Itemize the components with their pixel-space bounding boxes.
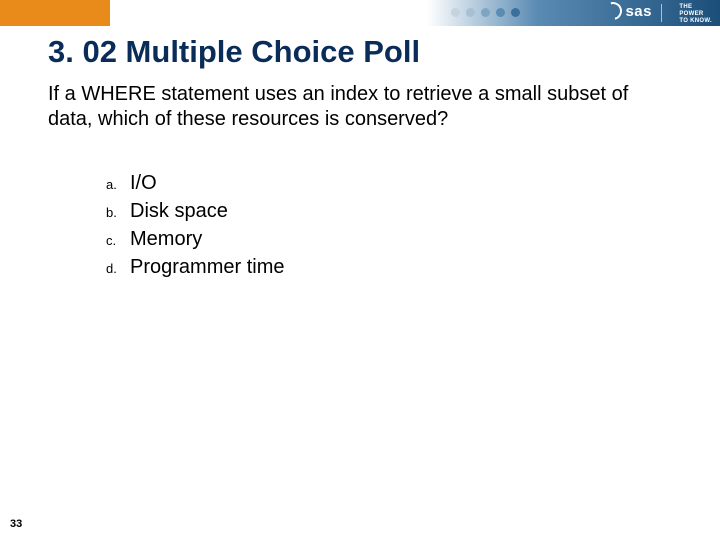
option-text: I/O <box>130 172 157 195</box>
page-number: 33 <box>10 518 22 530</box>
option-d: d. Programmer time <box>106 256 284 279</box>
option-c: c. Memory <box>106 228 284 251</box>
tagline-line1: THE <box>679 4 712 11</box>
poll-question: If a WHERE statement uses an index to re… <box>48 82 672 132</box>
option-label: b. <box>106 205 130 220</box>
decoration-dots <box>451 8 520 17</box>
header-gradient: sas THE POWER TO KNOW. <box>110 0 720 26</box>
options-list: a. I/O b. Disk space c. Memory d. Progra… <box>66 172 284 284</box>
option-a: a. I/O <box>106 172 284 195</box>
header-bar: sas THE POWER TO KNOW. <box>0 0 720 26</box>
option-label: a. <box>106 177 130 192</box>
tagline: THE POWER TO KNOW. <box>679 4 712 25</box>
option-text: Memory <box>130 228 202 251</box>
option-label: d. <box>106 261 130 276</box>
accent-block <box>0 0 110 26</box>
option-text: Disk space <box>130 200 228 223</box>
tagline-line2: POWER <box>679 11 712 18</box>
tagline-line3: TO KNOW. <box>679 18 712 25</box>
logo-swoosh-icon <box>601 0 626 23</box>
option-b: b. Disk space <box>106 200 284 223</box>
logo-divider <box>661 4 662 22</box>
slide-title: 3. 02 Multiple Choice Poll <box>48 34 420 70</box>
brand-text: sas <box>625 3 652 20</box>
option-text: Programmer time <box>130 256 284 279</box>
sas-logo: sas <box>604 2 652 20</box>
option-label: c. <box>106 233 130 248</box>
